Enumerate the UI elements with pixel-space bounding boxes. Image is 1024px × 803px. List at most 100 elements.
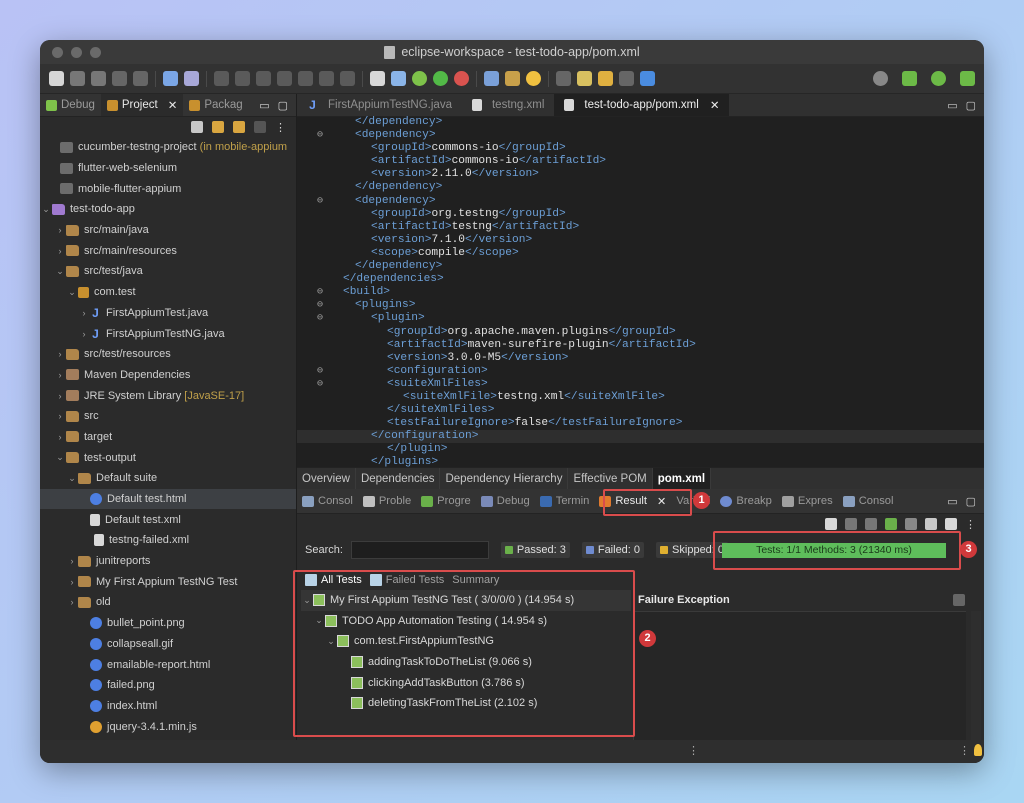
maximize-icon[interactable]: ▢ — [966, 495, 976, 508]
new-class-icon[interactable] — [484, 71, 499, 86]
tree-item[interactable]: ⌄ test-todo-app — [40, 199, 296, 220]
search-icon[interactable] — [873, 71, 888, 86]
status-end-icon[interactable]: ⋮ — [959, 744, 970, 757]
debug-perspective-icon[interactable] — [960, 71, 975, 86]
code-line[interactable]: <version>3.0.0-M5</version> — [297, 352, 984, 365]
code-line[interactable]: ⊖ <suiteXmlFiles> — [297, 378, 984, 391]
tree-item[interactable]: › J FirstAppiumTest.java — [40, 303, 296, 324]
view-menu-icon[interactable]: ⋮ — [275, 121, 286, 134]
tab-expressions[interactable]: Expres — [777, 489, 838, 513]
tree-item[interactable]: collapseall.gif — [40, 634, 296, 655]
code-line[interactable]: <groupId>org.apache.maven.plugins</group… — [297, 326, 984, 339]
tree-item[interactable]: index.html — [40, 696, 296, 717]
code-line[interactable]: </configuration> — [297, 430, 984, 444]
chevron-down-icon[interactable]: ⌄ — [66, 287, 78, 298]
tab-dependencies[interactable]: Dependencies — [356, 468, 441, 490]
fold-toggle-icon[interactable]: ⊖ — [317, 129, 327, 142]
code-line[interactable]: <version>2.11.0</version> — [297, 168, 984, 181]
code-line[interactable]: </dependency> — [297, 181, 984, 194]
open-type-icon[interactable] — [505, 71, 520, 86]
link-editor-icon[interactable] — [212, 121, 224, 133]
code-line[interactable]: <groupId>commons-io</groupId> — [297, 142, 984, 155]
vertical-scrollbar[interactable] — [971, 611, 981, 761]
code-line[interactable]: ⊖ <configuration> — [297, 365, 984, 378]
fold-toggle-icon[interactable]: ⊖ — [317, 365, 327, 378]
chevron-right-icon[interactable]: › — [54, 432, 66, 442]
tree-item[interactable]: ⌄ src/test/java — [40, 261, 296, 282]
maximize-icon[interactable]: ▢ — [966, 99, 976, 112]
resource-perspective-icon[interactable] — [931, 71, 946, 86]
tree-item[interactable]: › src/main/java — [40, 220, 296, 241]
tab-debug-console[interactable]: Debug — [476, 489, 535, 513]
filter-icon[interactable] — [233, 121, 245, 133]
code-editor[interactable]: </dependency> ⊖ <dependency> <groupId>commo… — [297, 116, 984, 467]
save-all-icon[interactable] — [91, 71, 106, 86]
copy-trace-icon[interactable] — [953, 594, 965, 606]
close-window-button[interactable] — [52, 47, 63, 58]
chevron-right-icon[interactable]: › — [54, 225, 66, 235]
fold-toggle-icon[interactable]: ⊖ — [317, 286, 327, 299]
tab-package[interactable]: Packag — [183, 94, 248, 116]
code-line[interactable]: <suiteXmlFile>testng.xml</suiteXmlFile> — [297, 391, 984, 404]
tab-dependency-hierarchy[interactable]: Dependency Hierarchy — [440, 468, 569, 490]
tab-pom-source[interactable]: pom.xml — [652, 468, 712, 490]
tab-console[interactable]: Consol — [297, 489, 358, 513]
tree-item[interactable]: bullet_point.png — [40, 613, 296, 634]
code-line[interactable]: </dependency> — [297, 260, 984, 273]
code-line[interactable]: </plugins> — [297, 456, 984, 467]
code-line[interactable]: </suiteXmlFiles> — [297, 404, 984, 417]
tree-item[interactable]: › junitreports — [40, 551, 296, 572]
step-into-icon[interactable] — [298, 71, 313, 86]
tree-item[interactable]: testng-failed.xml — [40, 530, 296, 551]
close-tab-icon[interactable]: ✕ — [710, 98, 720, 112]
tree-item[interactable]: › old — [40, 592, 296, 613]
next-annotation-icon[interactable] — [577, 71, 592, 86]
previous-failure-icon[interactable] — [865, 518, 877, 530]
chevron-down-icon[interactable]: ⌄ — [66, 473, 78, 484]
chevron-right-icon[interactable]: › — [66, 597, 78, 607]
collapse-all-icon[interactable] — [191, 121, 203, 133]
tree-item[interactable]: › target — [40, 427, 296, 448]
search-toolbar-icon[interactable] — [526, 71, 541, 86]
close-tab-icon[interactable]: ✕ — [168, 98, 178, 112]
export-icon[interactable] — [825, 518, 837, 530]
tab-first-appium-testng[interactable]: J FirstAppiumTestNG.java — [297, 94, 462, 116]
chevron-down-icon[interactable]: ⌄ — [40, 204, 52, 215]
fold-toggle-icon[interactable]: ⊖ — [317, 312, 327, 325]
resume-icon[interactable] — [214, 71, 229, 86]
step-return-icon[interactable] — [340, 71, 355, 86]
view-menu-icon[interactable]: ⋮ — [965, 518, 976, 531]
code-line[interactable]: </dependencies> — [297, 273, 984, 286]
suspend-icon[interactable] — [235, 71, 250, 86]
code-line[interactable]: ⊖ <dependency> — [297, 195, 984, 208]
zoom-window-button[interactable] — [90, 47, 101, 58]
save-icon[interactable] — [70, 71, 85, 86]
open-perspective-icon[interactable] — [370, 71, 385, 86]
code-line[interactable]: </dependency> — [297, 116, 984, 129]
tree-item[interactable]: Default test.xml — [40, 509, 296, 530]
chevron-right-icon[interactable]: › — [78, 308, 90, 318]
layout-icon[interactable] — [945, 518, 957, 530]
step-over-icon[interactable] — [319, 71, 334, 86]
terminate-icon[interactable] — [256, 71, 271, 86]
focus-icon[interactable] — [254, 121, 266, 133]
undo-icon[interactable] — [112, 71, 127, 86]
tree-item[interactable]: › Maven Dependencies — [40, 365, 296, 386]
disconnect-icon[interactable] — [277, 71, 292, 86]
chevron-down-icon[interactable]: ⌄ — [54, 266, 66, 277]
code-line[interactable]: <groupId>org.testng</groupId> — [297, 208, 984, 221]
history-icon[interactable] — [925, 518, 937, 530]
pin-icon[interactable] — [640, 71, 655, 86]
code-line[interactable]: <scope>compile</scope> — [297, 247, 984, 260]
tree-item[interactable]: flutter-web-selenium — [40, 158, 296, 179]
tab-terminal[interactable]: Termin — [535, 489, 595, 513]
code-line[interactable]: <version>7.1.0</version> — [297, 234, 984, 247]
tab-breakpoints[interactable]: Breakp — [715, 489, 776, 513]
new-icon[interactable] — [49, 71, 64, 86]
fold-toggle-icon[interactable]: ⊖ — [317, 299, 327, 312]
tree-item[interactable]: › src/test/resources — [40, 344, 296, 365]
rerun-failed-icon[interactable] — [905, 518, 917, 530]
code-line[interactable]: <artifactId>testng</artifactId> — [297, 221, 984, 234]
tab-overview[interactable]: Overview — [297, 468, 356, 490]
tree-item[interactable]: ⌄ test-output — [40, 447, 296, 468]
